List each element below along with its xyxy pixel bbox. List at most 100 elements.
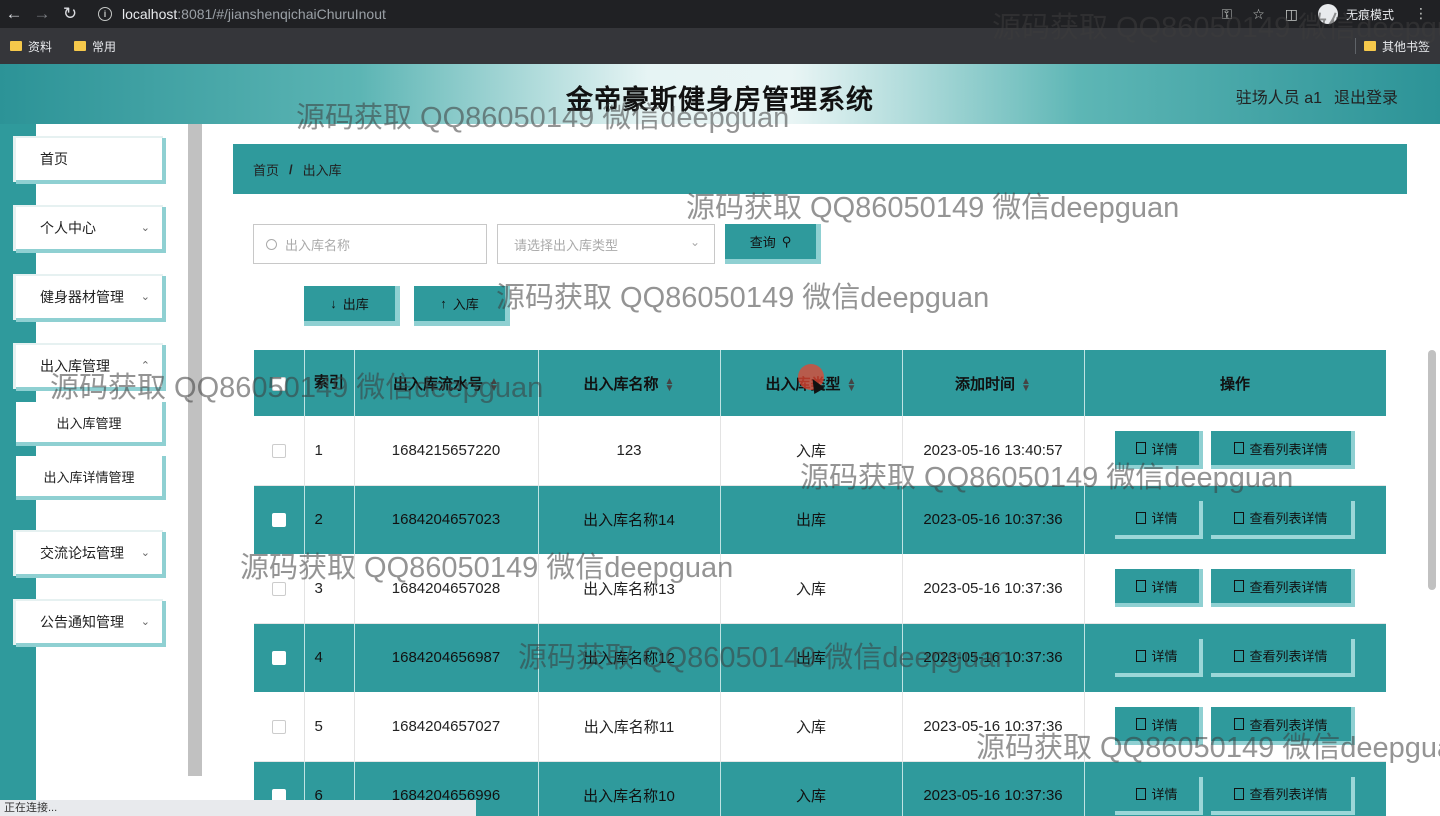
row-index: 1 xyxy=(304,416,355,486)
forward-icon[interactable]: → xyxy=(28,0,56,28)
sort-icon[interactable]: ▲ ▼ xyxy=(1021,376,1031,393)
browser-status-bar: 正在连接... xyxy=(0,800,476,816)
sidebar-item-equipment[interactable]: 健身器材管理 ⌄ xyxy=(16,276,166,322)
sort-icon[interactable]: ▲ ▼ xyxy=(847,376,857,393)
sort-icon[interactable]: ▲ ▼ xyxy=(489,376,499,393)
search-input[interactable]: 出入库名称 xyxy=(253,224,487,264)
detail-button-label: 详情 xyxy=(1151,441,1178,457)
logout-link[interactable]: 退出登录 xyxy=(1334,84,1398,108)
table-row: 5 1684204657027 出入库名称11 入库 2023-05-16 10… xyxy=(254,692,1386,762)
detail-button[interactable]: 详情 xyxy=(1115,707,1203,746)
star-icon[interactable]: ☆ xyxy=(1252,6,1265,23)
list-detail-button[interactable]: 查看列表详情 xyxy=(1211,638,1355,677)
query-button[interactable]: 查询 ⚲ xyxy=(725,224,821,264)
sidebar-subitem-inout-detail[interactable]: 出入库详情管理 xyxy=(16,456,166,500)
row-time: 2023-05-16 10:37:36 xyxy=(902,554,1085,624)
row-type: 入库 xyxy=(720,554,903,624)
sidepanel-icon[interactable]: ◫ xyxy=(1285,6,1298,23)
row-type: 出库 xyxy=(720,485,903,554)
row-time: 2023-05-16 10:37:36 xyxy=(902,485,1085,554)
row-checkbox[interactable] xyxy=(271,651,286,666)
folder-icon xyxy=(1363,41,1376,51)
detail-button[interactable]: 详情 xyxy=(1115,776,1203,815)
row-time: 2023-05-16 13:40:57 xyxy=(902,416,1085,486)
page-scrollbar[interactable] xyxy=(1428,350,1436,590)
url-host: localhost xyxy=(122,6,178,22)
document-icon xyxy=(1136,442,1147,455)
row-name: 出入库名称13 xyxy=(538,554,721,624)
sidebar-subitem-label: 出入库管理 xyxy=(56,415,122,431)
header-serial[interactable]: 出入库流水号 ▲ ▼ xyxy=(354,350,539,416)
list-detail-button[interactable]: 查看列表详情 xyxy=(1211,431,1355,470)
other-bookmarks-label: 其他书签 xyxy=(1381,39,1430,54)
row-index: 4 xyxy=(304,623,355,692)
row-checkbox[interactable] xyxy=(271,581,286,596)
back-icon[interactable]: ← xyxy=(0,0,28,28)
header-index: 索引 xyxy=(304,350,355,416)
row-name: 出入库名称11 xyxy=(538,692,721,762)
sidebar-item-notice[interactable]: 公告通知管理 ⌄ xyxy=(16,601,166,647)
other-bookmarks[interactable]: 其他书签 xyxy=(1363,28,1430,64)
arrow-up-icon: ↑ xyxy=(440,296,447,311)
document-icon xyxy=(1234,649,1245,662)
sidebar-item-personal[interactable]: 个人中心 ⌄ xyxy=(16,207,166,253)
sidebar-subitem-inout[interactable]: 出入库管理 xyxy=(16,402,166,446)
detail-button[interactable]: 详情 xyxy=(1115,431,1203,470)
incognito-label: 无痕模式 xyxy=(1345,7,1394,22)
search-icon: ⚲ xyxy=(781,233,792,249)
sidebar-item-forum[interactable]: 交流论坛管理 ⌄ xyxy=(16,532,166,578)
app-title: 金帝豪斯健身房管理系统 xyxy=(566,85,874,115)
bookmark-folder-2[interactable]: 常用 xyxy=(74,38,116,55)
bookmark-folder-1[interactable]: 资料 xyxy=(10,38,52,55)
select-all-checkbox[interactable] xyxy=(271,376,286,391)
stock-in-button[interactable]: ↑ 入库 xyxy=(414,286,510,326)
list-detail-button[interactable]: 查看列表详情 xyxy=(1211,707,1355,746)
bookmark-label: 资料 xyxy=(28,39,53,54)
row-name: 123 xyxy=(538,416,721,486)
detail-button[interactable]: 详情 xyxy=(1115,638,1203,677)
row-name: 出入库名称12 xyxy=(538,623,721,692)
key-icon[interactable]: ⚿ xyxy=(1222,6,1233,23)
stock-out-button[interactable]: ↓ 出库 xyxy=(304,286,400,326)
reload-icon[interactable]: ↻ xyxy=(56,0,84,28)
detail-button[interactable]: 详情 xyxy=(1115,569,1203,608)
list-detail-button[interactable]: 查看列表详情 xyxy=(1211,776,1355,815)
chevron-down-icon: ⌄ xyxy=(140,547,150,559)
header-name[interactable]: 出入库名称 ▲ ▼ xyxy=(538,350,721,416)
arrow-down-icon: ↓ xyxy=(330,296,337,311)
folder-icon xyxy=(10,41,22,51)
document-icon xyxy=(1136,649,1147,662)
sidebar-scrollbar[interactable] xyxy=(188,124,202,776)
row-actions: 详情 查看列表详情 xyxy=(1084,554,1386,624)
folder-icon xyxy=(74,41,87,51)
row-checkbox[interactable] xyxy=(271,443,286,458)
row-checkbox[interactable] xyxy=(271,513,286,528)
breadcrumb-home[interactable]: 首页 xyxy=(253,160,279,179)
list-detail-button-label: 查看列表详情 xyxy=(1249,579,1328,595)
incognito-indicator[interactable]: 无痕模式 xyxy=(1317,4,1394,24)
table-row: 1 1684215657220 123 入库 2023-05-16 13:40:… xyxy=(254,416,1386,486)
row-time: 2023-05-16 10:37:36 xyxy=(902,761,1085,816)
detail-button-label: 详情 xyxy=(1151,717,1178,733)
row-type: 出库 xyxy=(720,623,903,692)
type-select[interactable]: 请选择出入库类型 ⌄ xyxy=(497,224,715,264)
sort-icon[interactable]: ▲ ▼ xyxy=(665,376,675,393)
header-time[interactable]: 添加时间 ▲ ▼ xyxy=(902,350,1085,416)
site-info-icon[interactable]: i xyxy=(98,7,112,21)
document-icon xyxy=(1234,511,1245,524)
sidebar-item-home[interactable]: 首页 xyxy=(16,138,166,184)
row-select-cell xyxy=(254,485,305,554)
sidebar-item-inout[interactable]: 出入库管理 ⌃ xyxy=(16,345,166,391)
address-bar[interactable]: localhost:8081/#/jianshenqichaiChuruInou… xyxy=(122,6,386,22)
document-icon xyxy=(1136,718,1147,731)
list-detail-button[interactable]: 查看列表详情 xyxy=(1211,569,1355,608)
row-serial: 1684204657028 xyxy=(354,554,539,624)
detail-button-label: 详情 xyxy=(1151,579,1178,595)
row-time: 2023-05-16 10:37:36 xyxy=(902,623,1085,692)
list-detail-button[interactable]: 查看列表详情 xyxy=(1211,500,1355,539)
detail-button[interactable]: 详情 xyxy=(1115,500,1203,539)
row-checkbox[interactable] xyxy=(271,719,286,734)
breadcrumb-current: 出入库 xyxy=(302,162,342,178)
menu-icon[interactable]: ⋮ xyxy=(1414,5,1428,22)
row-serial: 1684215657220 xyxy=(354,416,539,486)
